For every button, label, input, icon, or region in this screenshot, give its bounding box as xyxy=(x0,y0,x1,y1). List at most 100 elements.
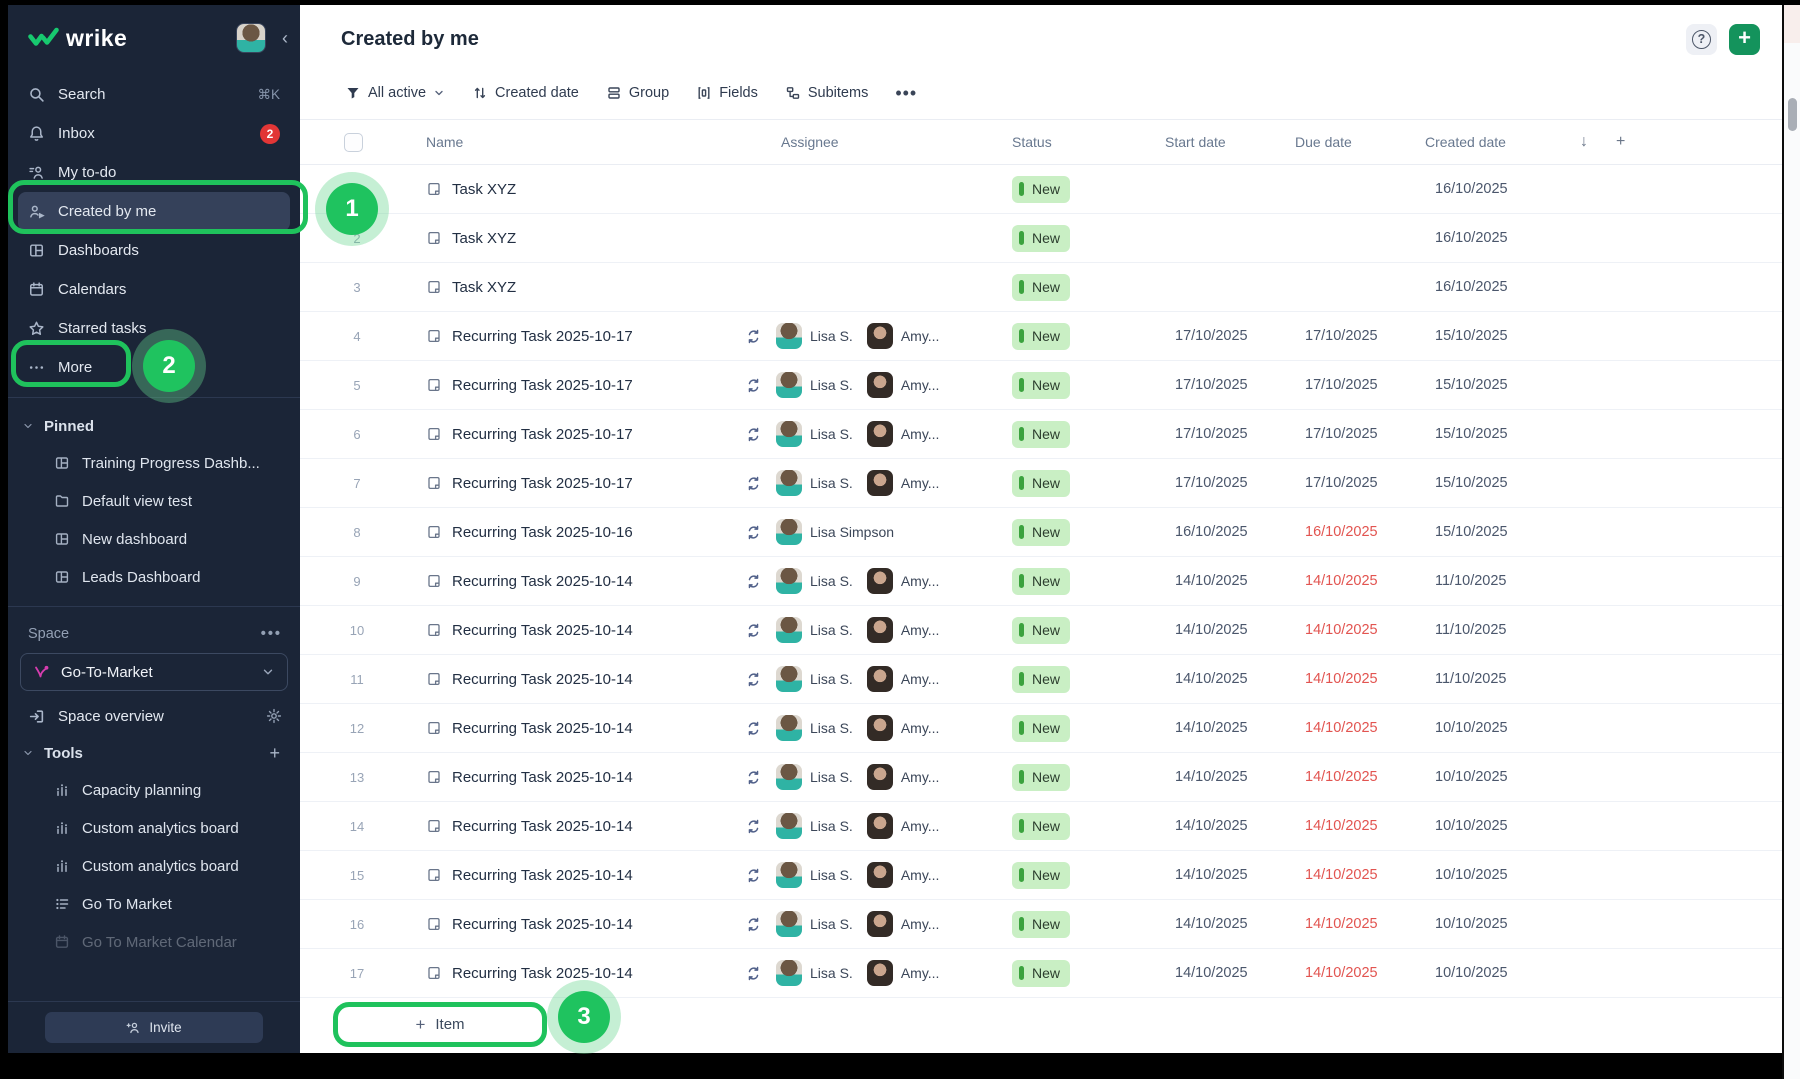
toolbar-more-icon[interactable]: ••• xyxy=(895,83,917,104)
created-date-cell[interactable]: 16/10/2025 xyxy=(1425,181,1555,197)
sidebar-item-search[interactable]: Search ⌘K xyxy=(18,75,290,114)
status-badge[interactable]: New xyxy=(1012,714,1071,742)
table-row[interactable]: 15 Recurring Task 2025-10-14 Lisa S. Amy...… xyxy=(300,851,1782,900)
create-new-button[interactable]: + xyxy=(1729,23,1760,55)
pinned-item-training-progress-dashb[interactable]: Training Progress Dashb... xyxy=(8,444,300,482)
task-name-cell[interactable]: Recurring Task 2025-10-14 xyxy=(426,818,745,835)
status-badge[interactable]: New xyxy=(1012,273,1071,301)
tool-item-custom-analytics-board[interactable]: Custom analytics board xyxy=(8,809,300,847)
status-cell[interactable]: New xyxy=(1012,469,1165,497)
assignee-avatar[interactable] xyxy=(776,960,802,986)
status-badge[interactable]: New xyxy=(1012,665,1071,693)
status-cell[interactable]: New xyxy=(1012,371,1165,399)
start-date-cell[interactable]: 16/10/2025 xyxy=(1165,524,1295,540)
space-more-icon[interactable]: ••• xyxy=(261,626,282,642)
tool-item-go-to-market[interactable]: Go To Market xyxy=(8,885,300,923)
created-date-cell[interactable]: 15/10/2025 xyxy=(1425,524,1555,540)
task-name-cell[interactable]: Recurring Task 2025-10-14 xyxy=(426,573,745,590)
assignee-avatar[interactable] xyxy=(776,568,802,594)
created-date-cell[interactable]: 10/10/2025 xyxy=(1425,769,1555,785)
task-name-cell[interactable]: Task XYZ xyxy=(426,279,745,296)
sidebar-item-more[interactable]: More xyxy=(18,348,290,387)
assignee-avatar[interactable] xyxy=(776,421,802,447)
subitems-button[interactable]: Subitems xyxy=(785,85,868,101)
assignee-cell[interactable]: Lisa S. Amy... xyxy=(745,960,1012,986)
status-cell[interactable]: New xyxy=(1012,567,1165,595)
table-row[interactable]: 16 Recurring Task 2025-10-14 Lisa S. Amy...… xyxy=(300,900,1782,949)
assignee-cell[interactable]: Lisa S. Amy... xyxy=(745,470,1012,496)
status-cell[interactable]: New xyxy=(1012,518,1165,546)
task-name-cell[interactable]: Recurring Task 2025-10-14 xyxy=(426,622,745,639)
table-row[interactable]: 3 Task XYZ New 16/10/2025 xyxy=(300,263,1782,312)
created-date-cell[interactable]: 10/10/2025 xyxy=(1425,818,1555,834)
assignee-avatar[interactable] xyxy=(776,911,802,937)
created-date-cell[interactable]: 11/10/2025 xyxy=(1425,622,1555,638)
assignee-avatar[interactable] xyxy=(866,960,893,986)
status-cell[interactable]: New xyxy=(1012,812,1165,840)
column-header-name[interactable]: Name xyxy=(426,134,745,150)
sidebar-item-space-overview[interactable]: Space overview xyxy=(8,697,300,735)
start-date-cell[interactable]: 14/10/2025 xyxy=(1165,818,1295,834)
status-badge[interactable]: New xyxy=(1012,910,1071,938)
column-header-created-date[interactable]: Created date xyxy=(1425,134,1555,150)
status-badge[interactable]: New xyxy=(1012,616,1071,644)
assignee-avatar[interactable] xyxy=(866,862,893,888)
status-cell[interactable]: New xyxy=(1012,224,1165,252)
assignee-cell[interactable]: Lisa S. Amy... xyxy=(745,568,1012,594)
assignee-cell[interactable]: Lisa S. Amy... xyxy=(745,617,1012,643)
task-name-cell[interactable]: Recurring Task 2025-10-17 xyxy=(426,426,745,443)
scrollbar-track[interactable] xyxy=(1782,5,1800,1079)
status-badge[interactable]: New xyxy=(1012,371,1071,399)
pinned-group-header[interactable]: Pinned xyxy=(8,408,300,444)
user-avatar[interactable] xyxy=(236,23,266,53)
status-cell[interactable]: New xyxy=(1012,959,1165,987)
assignee-avatar[interactable] xyxy=(866,372,893,398)
wrike-logo[interactable]: wrike xyxy=(28,25,236,52)
table-row[interactable]: 13 Recurring Task 2025-10-14 Lisa S. Amy...… xyxy=(300,753,1782,802)
column-header-start-date[interactable]: Start date xyxy=(1165,134,1295,150)
created-date-cell[interactable]: 16/10/2025 xyxy=(1425,279,1555,295)
due-date-cell[interactable]: 14/10/2025 xyxy=(1295,622,1425,638)
sidebar-item-my-to-do[interactable]: My to-do xyxy=(18,153,290,192)
task-name-cell[interactable]: Recurring Task 2025-10-17 xyxy=(426,377,745,394)
status-badge[interactable]: New xyxy=(1012,959,1071,987)
due-date-cell[interactable]: 14/10/2025 xyxy=(1295,720,1425,736)
tool-item-go-to-market-calendar[interactable]: Go To Market Calendar xyxy=(8,923,300,961)
start-date-cell[interactable]: 14/10/2025 xyxy=(1165,867,1295,883)
status-cell[interactable]: New xyxy=(1012,714,1165,742)
assignee-cell[interactable]: Lisa S. Amy... xyxy=(745,813,1012,839)
column-header-status[interactable]: Status xyxy=(1012,134,1165,150)
sidebar-item-inbox[interactable]: Inbox 2 xyxy=(18,114,290,153)
column-header-assignee[interactable]: Assignee xyxy=(745,134,1012,150)
column-header-due-date[interactable]: Due date xyxy=(1295,134,1425,150)
table-row[interactable]: 2 Task XYZ New 16/10/2025 xyxy=(300,214,1782,263)
start-date-cell[interactable]: 14/10/2025 xyxy=(1165,622,1295,638)
collapse-sidebar-icon[interactable]: ‹ xyxy=(276,28,294,49)
status-badge[interactable]: New xyxy=(1012,469,1071,497)
assignee-avatar[interactable] xyxy=(866,568,893,594)
task-name-cell[interactable]: Recurring Task 2025-10-14 xyxy=(426,867,745,884)
status-badge[interactable]: New xyxy=(1012,567,1071,595)
tool-item-custom-analytics-board[interactable]: Custom analytics board xyxy=(8,847,300,885)
created-date-cell[interactable]: 15/10/2025 xyxy=(1425,475,1555,491)
status-cell[interactable]: New xyxy=(1012,420,1165,448)
assignee-cell[interactable]: Lisa Simpson xyxy=(745,519,1012,545)
sidebar-item-starred-tasks[interactable]: Starred tasks xyxy=(18,309,290,348)
tools-group-header[interactable]: Tools + xyxy=(8,735,300,771)
sort-created-date[interactable]: Created date xyxy=(472,85,579,101)
status-cell[interactable]: New xyxy=(1012,910,1165,938)
created-date-cell[interactable]: 10/10/2025 xyxy=(1425,867,1555,883)
assignee-avatar[interactable] xyxy=(776,470,802,496)
task-name-cell[interactable]: Recurring Task 2025-10-16 xyxy=(426,524,745,541)
assignee-avatar[interactable] xyxy=(776,372,802,398)
space-selector[interactable]: Go-To-Market xyxy=(20,653,288,691)
status-badge[interactable]: New xyxy=(1012,322,1071,350)
due-date-cell[interactable]: 17/10/2025 xyxy=(1295,426,1425,442)
add-item-button[interactable]: + Item xyxy=(333,1002,547,1047)
start-date-cell[interactable]: 14/10/2025 xyxy=(1165,965,1295,981)
table-row[interactable]: 5 Recurring Task 2025-10-17 Lisa S. Amy... N… xyxy=(300,361,1782,410)
pinned-item-leads-dashboard[interactable]: Leads Dashboard xyxy=(8,558,300,596)
start-date-cell[interactable]: 14/10/2025 xyxy=(1165,720,1295,736)
assignee-cell[interactable]: Lisa S. Amy... xyxy=(745,323,1012,349)
due-date-cell[interactable]: 14/10/2025 xyxy=(1295,965,1425,981)
